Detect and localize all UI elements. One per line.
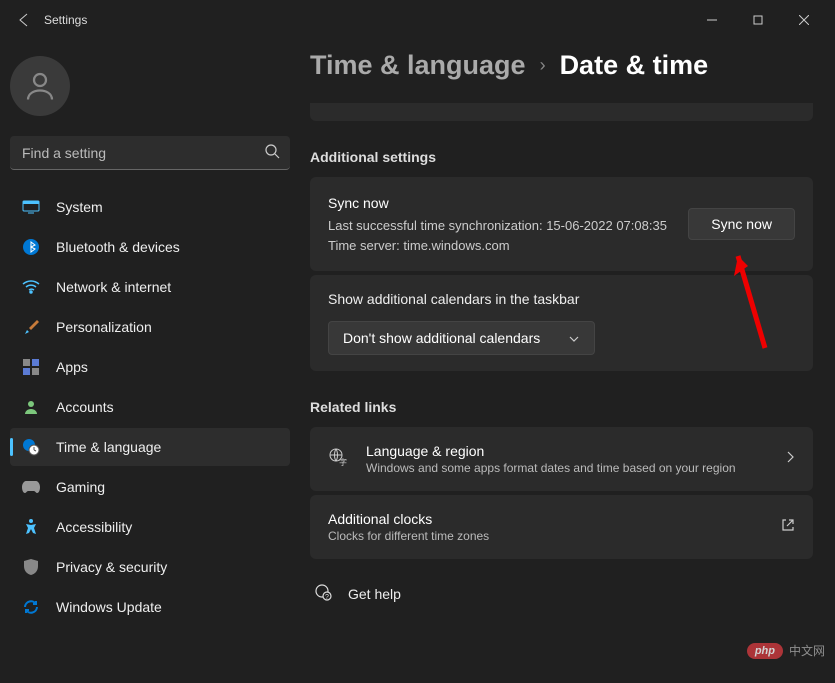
get-help-link[interactable]: ? Get help [310, 583, 813, 604]
section-related-links: Related links [310, 399, 813, 415]
svg-text:字: 字 [339, 457, 347, 467]
sidebar-item-label: Time & language [56, 439, 161, 455]
external-link-icon [781, 518, 795, 537]
link-title: Additional clocks [328, 511, 763, 527]
sidebar-item-network[interactable]: Network & internet [10, 268, 290, 306]
minimize-button[interactable] [689, 4, 735, 36]
maximize-button[interactable] [735, 4, 781, 36]
system-icon [22, 198, 40, 216]
close-button[interactable] [781, 4, 827, 36]
shield-icon [22, 558, 40, 576]
sidebar-item-label: Privacy & security [56, 559, 167, 575]
update-icon [22, 598, 40, 616]
sidebar-item-accounts[interactable]: Accounts [10, 388, 290, 426]
sidebar-item-personalization[interactable]: Personalization [10, 308, 290, 346]
breadcrumb-parent[interactable]: Time & language [310, 50, 526, 81]
sidebar-item-time-language[interactable]: Time & language [10, 428, 290, 466]
sidebar-item-accessibility[interactable]: Accessibility [10, 508, 290, 546]
gamepad-icon [22, 478, 40, 496]
scrolled-card-edge [310, 103, 813, 121]
sidebar-item-label: Gaming [56, 479, 105, 495]
sync-now-card: Sync now Last successful time synchroniz… [310, 177, 813, 271]
additional-clocks-link[interactable]: Additional clocks Clocks for different t… [310, 495, 813, 559]
search-icon[interactable] [264, 143, 280, 164]
sync-now-title: Sync now [328, 193, 667, 214]
watermark: php 中文网 [747, 642, 825, 659]
sidebar-item-windows-update[interactable]: Windows Update [10, 588, 290, 626]
clock-globe-icon [22, 438, 40, 456]
sidebar-item-label: Apps [56, 359, 88, 375]
wifi-icon [22, 278, 40, 296]
additional-calendars-label: Show additional calendars in the taskbar [328, 291, 795, 307]
app-title: Settings [44, 13, 87, 27]
page-title: Date & time [560, 50, 709, 81]
sidebar-item-label: Accessibility [56, 519, 132, 535]
last-sync-text: Last successful time synchronization: 15… [328, 216, 667, 236]
globe-letter-icon: 字 [328, 447, 348, 472]
sidebar-item-gaming[interactable]: Gaming [10, 468, 290, 506]
sidebar-item-bluetooth[interactable]: Bluetooth & devices [10, 228, 290, 266]
sync-now-button[interactable]: Sync now [688, 208, 795, 240]
link-desc: Clocks for different time zones [328, 529, 763, 543]
chevron-right-icon [785, 450, 795, 469]
sidebar-item-label: Bluetooth & devices [56, 239, 180, 255]
sidebar-item-label: Network & internet [56, 279, 171, 295]
additional-calendars-card: Show additional calendars in the taskbar… [310, 275, 813, 371]
get-help-label: Get help [348, 586, 401, 602]
brush-icon [22, 318, 40, 336]
bluetooth-icon [22, 238, 40, 256]
svg-text:?: ? [325, 594, 329, 601]
sidebar-item-apps[interactable]: Apps [10, 348, 290, 386]
breadcrumb: Time & language › Date & time [310, 50, 813, 81]
sidebar-item-label: Accounts [56, 399, 114, 415]
chevron-down-icon [568, 330, 580, 346]
link-desc: Windows and some apps format dates and t… [366, 461, 767, 475]
user-avatar[interactable] [10, 56, 70, 116]
sidebar-item-label: Windows Update [56, 599, 162, 615]
help-icon: ? [314, 583, 332, 604]
watermark-text: 中文网 [789, 642, 825, 659]
additional-calendars-dropdown[interactable]: Don't show additional calendars [328, 321, 595, 355]
accessibility-icon [22, 518, 40, 536]
accounts-icon [22, 398, 40, 416]
sidebar-item-system[interactable]: System [10, 188, 290, 226]
section-additional-settings: Additional settings [310, 149, 813, 165]
sidebar-item-privacy[interactable]: Privacy & security [10, 548, 290, 586]
back-button[interactable] [8, 4, 40, 36]
search-input[interactable] [10, 136, 290, 170]
apps-icon [22, 358, 40, 376]
language-region-link[interactable]: 字 Language & region Windows and some app… [310, 427, 813, 491]
link-title: Language & region [366, 443, 767, 459]
sidebar-item-label: Personalization [56, 319, 152, 335]
time-server-text: Time server: time.windows.com [328, 236, 667, 256]
chevron-right-icon: › [540, 55, 546, 76]
dropdown-selected: Don't show additional calendars [343, 330, 540, 346]
watermark-badge: php [747, 643, 783, 659]
sidebar-item-label: System [56, 199, 103, 215]
